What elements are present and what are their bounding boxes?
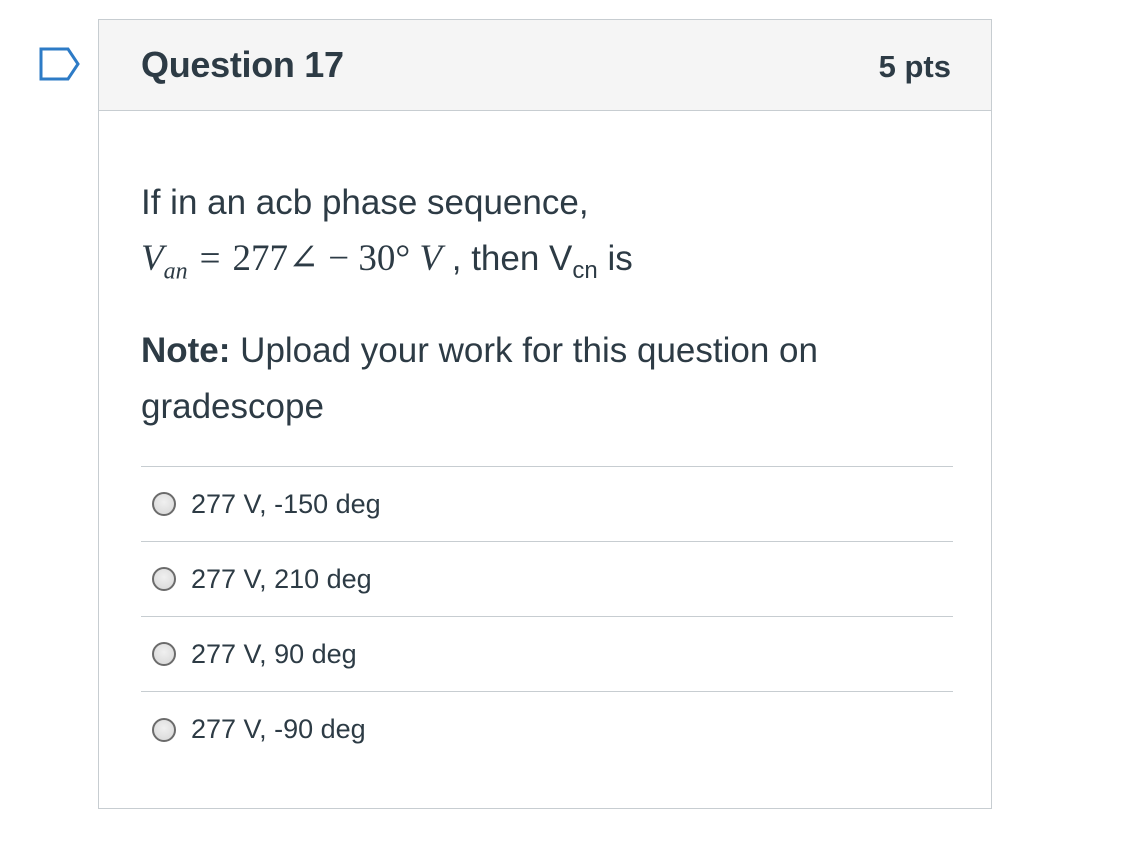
question-text-line1: If in an acb phase sequence,: [141, 183, 589, 222]
question-note: Note: Upload your work for this question…: [141, 323, 961, 435]
math-unit: V: [419, 238, 443, 279]
note-text: Upload your work for this question on gr…: [141, 331, 818, 427]
answer-label[interactable]: 277 V, 210 deg: [191, 564, 372, 595]
answer-option[interactable]: 277 V, -90 deg: [141, 691, 953, 767]
radio-button-icon[interactable]: [152, 642, 176, 666]
radio-button-icon[interactable]: [152, 717, 176, 742]
answer-option[interactable]: 277 V, -150 deg: [141, 466, 953, 541]
math-subscript: an: [163, 258, 188, 285]
math-equals: =: [199, 238, 221, 279]
math-value: 277∠ − 30°: [232, 238, 411, 279]
question-text-end: is: [597, 239, 633, 278]
question-card: Question 17 5 pts If in an acb phase seq…: [98, 19, 992, 809]
answer-label[interactable]: 277 V, -90 deg: [191, 714, 366, 745]
math-variable: V: [141, 238, 164, 279]
math-expression: Van = 277∠ − 30° V: [141, 238, 443, 284]
radio-button-icon[interactable]: [152, 492, 176, 516]
note-label: Note:: [141, 331, 231, 371]
answer-label[interactable]: 277 V, -150 deg: [191, 489, 381, 520]
question-points: 5 pts: [878, 49, 951, 84]
answer-label[interactable]: 277 V, 90 deg: [191, 639, 357, 670]
answer-option[interactable]: 277 V, 210 deg: [141, 541, 953, 616]
question-title: Question 17: [141, 44, 344, 85]
question-header: Question 17 5 pts: [99, 20, 991, 111]
question-text-subscript: cn: [572, 257, 598, 284]
question-math-line: Van = 277∠ − 30° V , then Vcn is: [141, 231, 961, 299]
answer-list: 277 V, -150 deg 277 V, 210 deg 277 V, 90…: [141, 466, 953, 767]
question-text-after-math: , then V: [442, 239, 573, 278]
flag-question-icon[interactable]: [38, 46, 82, 82]
answer-option[interactable]: 277 V, 90 deg: [141, 616, 953, 691]
question-text: If in an acb phase sequence, Van = 277∠ − …: [141, 175, 961, 435]
radio-button-icon[interactable]: [152, 567, 176, 591]
